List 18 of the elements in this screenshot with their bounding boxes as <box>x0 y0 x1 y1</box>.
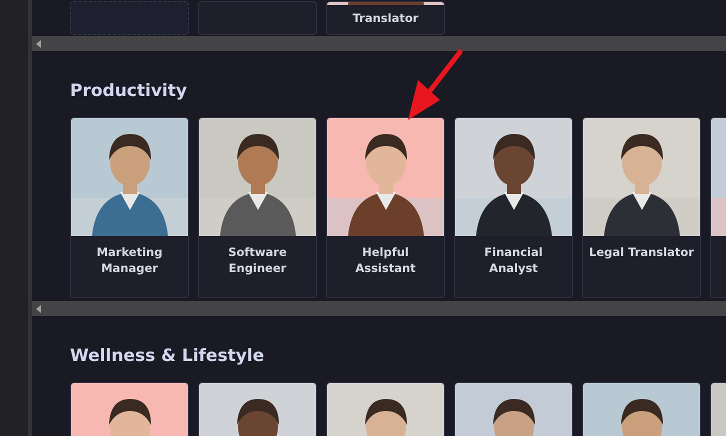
avatar-card[interactable]: Marketing Manager <box>70 117 189 298</box>
card-label: Legal Translator <box>588 244 695 260</box>
section-title: Productivity <box>70 80 188 103</box>
card-label: Marketing Manager <box>96 244 164 276</box>
scroll-left-icon[interactable] <box>36 304 41 312</box>
section-title: Wellness & Lifestyle <box>70 345 266 368</box>
scroll-left-icon[interactable] <box>36 40 41 48</box>
avatar-card[interactable]: Legal Translator <box>582 117 701 298</box>
avatar-card[interactable]: Software Engineer <box>198 117 317 298</box>
card-label: Financial Analyst <box>483 244 544 276</box>
horizontal-scrollbar[interactable] <box>32 301 726 316</box>
avatar-card[interactable]: Financial Analyst <box>454 117 573 298</box>
avatar-card[interactable]: Translator <box>326 1 445 35</box>
card-label: Software Engineer <box>227 244 288 276</box>
avatar-card[interactable]: Helpful Assistant <box>326 117 445 298</box>
card-label: Translator <box>352 10 420 27</box>
card-label: Helpful Assistant <box>354 244 417 276</box>
horizontal-scrollbar[interactable] <box>32 36 726 51</box>
